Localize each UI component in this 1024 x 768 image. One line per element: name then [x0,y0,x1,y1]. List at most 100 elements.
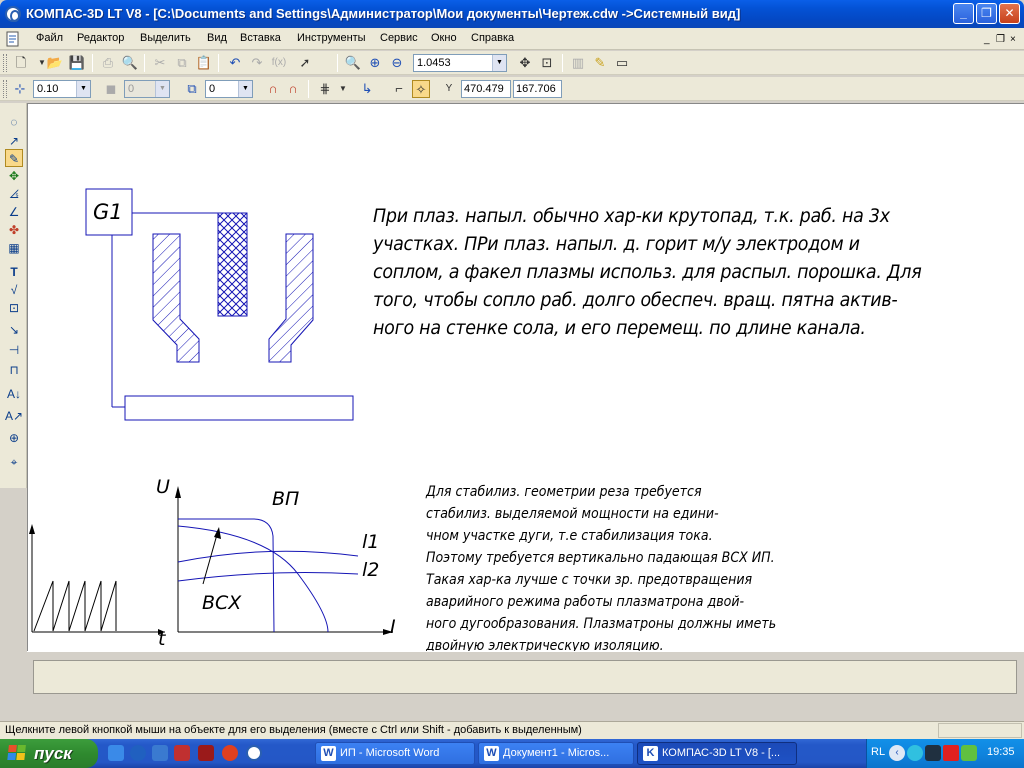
zoom-in-icon[interactable]: ⊕ [366,54,384,72]
task-kompas[interactable]: K КОМПАС-3D LT V8 - [... [637,742,797,765]
doc-minimize-button[interactable]: _ [984,34,990,45]
dimensions-icon[interactable]: ↗ [5,132,23,150]
doc-close-button[interactable]: × [1010,34,1016,45]
new-document-icon[interactable]: 🗋 [12,54,30,72]
centre-mark-icon[interactable]: ⌖ [5,453,23,471]
menu-window[interactable]: Окно [431,32,457,44]
chevron-down-icon[interactable]: ▼ [76,81,90,97]
language-indicator[interactable]: RL [871,746,885,758]
doc-restore-button[interactable]: ❐ [996,34,1005,45]
undo-icon[interactable]: ↶ [226,54,244,72]
roughness-icon[interactable]: √ [5,281,23,299]
show-desktop-icon[interactable] [152,745,168,761]
network-icon[interactable] [907,745,923,761]
select-icon[interactable]: ✤ [5,221,23,239]
document-icon[interactable] [4,31,22,47]
section-arrow-icon[interactable]: A↓ [5,385,23,403]
menu-service[interactable]: Сервис [380,32,418,44]
clock: 19:35 [987,746,1015,758]
text-tool-icon[interactable]: T [5,263,23,281]
cursor-step-select[interactable]: 0.10 ▼ [33,80,91,98]
winamp-icon[interactable] [198,745,214,761]
acrobat-icon[interactable] [174,745,190,761]
cursor-x-field[interactable]: 470.479 [461,80,511,98]
save-icon[interactable]: 💾 [68,54,86,72]
zoom-out-icon[interactable]: ⊖ [388,54,406,72]
view-select[interactable]: 0 ▼ [124,80,170,98]
zoom-scale-select[interactable]: 1.0453 ▼ [413,54,507,72]
tray-expand-icon[interactable]: ‹ [889,745,905,761]
step-cursor-icon[interactable]: ⊹ [11,80,29,98]
media-player-icon[interactable] [130,745,146,761]
local-cs-icon[interactable]: ↳ [358,80,376,98]
view-state-icon[interactable]: ◼ [102,80,120,98]
zoom-fit-icon[interactable]: ⊡ [538,54,556,72]
close-button[interactable]: ✕ [999,3,1020,24]
ie-quicklaunch-icon[interactable] [108,745,124,761]
chevron-down-icon[interactable]: ▼ [155,81,169,97]
kompas-quicklaunch-icon[interactable] [246,745,262,761]
leader-icon[interactable]: ↘ [5,321,23,339]
position-leader-icon[interactable]: ⊣ [5,341,23,359]
menu-edit[interactable]: Редактор [77,32,124,44]
window-title-bar[interactable]: КОМПАС-3D LT V8 - [C:\Documents and Sett… [0,0,1024,28]
local-snap-icon[interactable]: ∩ [284,80,302,98]
task-word-ip[interactable]: W ИП - Microsoft Word [315,742,475,765]
menu-insert[interactable]: Вставка [240,32,281,44]
antivirus-icon[interactable] [925,745,941,761]
library-icon[interactable]: ✎ [591,54,609,72]
function-icon[interactable]: f(x) [270,54,288,72]
base-icon[interactable]: ⊡ [5,299,23,317]
layer-select[interactable]: 0 ▼ [205,80,253,98]
parametrize-icon[interactable]: ⦞ [5,185,23,203]
help-pointer-icon[interactable]: ➚ [296,54,314,72]
paste-icon[interactable]: 📋 [195,54,213,72]
grid-icon[interactable]: ⋕ [316,80,334,98]
snap-magnet-icon[interactable]: ∩ [264,80,282,98]
table-icon[interactable]: ▦ [5,239,23,257]
tray-app-icon[interactable] [961,745,977,761]
measure-icon[interactable]: ∠ [5,203,23,221]
toolbar-grip[interactable] [3,54,7,72]
opera-icon[interactable] [222,745,238,761]
zoom-window-icon[interactable]: 🔍 [344,54,362,72]
open-folder-icon[interactable]: 📂 [46,54,64,72]
drawing-canvas[interactable]: G1 При плаз. напыл. обычно хар-ки крутоп… [27,103,1024,654]
layers-icon[interactable]: ▥ [569,54,587,72]
menu-file[interactable]: Файл [36,32,63,44]
ortho-mode-icon[interactable]: ⌐ [390,80,408,98]
properties-panel-area[interactable] [33,660,1017,694]
print-preview-icon[interactable]: 🔍 [121,54,139,72]
edit-icon[interactable]: ✥ [5,167,23,185]
grid-dropdown-icon[interactable]: ▼ [334,80,352,98]
parametric-mode-icon[interactable]: ✧ [412,80,430,98]
chevron-down-icon[interactable]: ▼ [238,81,252,97]
copy-icon[interactable]: ⧉ [173,54,191,72]
start-button[interactable]: пуск [0,739,98,768]
menu-view[interactable]: Вид [207,32,227,44]
cut-icon[interactable]: ✂ [151,54,169,72]
geometry-icon[interactable]: ◌ [5,113,23,131]
cursor-y-field[interactable]: 167.706 [513,80,562,98]
tolerance-icon[interactable]: ⊓ [5,361,23,379]
minimize-button[interactable]: _ [953,3,974,24]
kaspersky-icon[interactable] [943,745,959,761]
pan-icon[interactable]: ✥ [516,54,534,72]
view-arrow-icon[interactable]: A↗ [5,407,23,425]
designations-icon[interactable]: ✎ [5,149,23,167]
task-word-doc1[interactable]: W Документ1 - Micros... [478,742,634,765]
layer-icon[interactable]: ⧉ [183,80,201,98]
restore-button[interactable]: ❐ [976,3,997,24]
window-title: КОМПАС-3D LT V8 - [C:\Documents and Sett… [26,6,741,21]
menu-tools[interactable]: Инструменты [297,32,366,44]
menu-help[interactable]: Справка [471,32,514,44]
manager-icon[interactable]: ▭ [613,54,631,72]
toolbar-grip[interactable] [3,80,7,98]
print-icon[interactable]: ⎙ [99,54,117,72]
menu-bar: Файл Редактор Выделить Вид Вставка Инстр… [0,28,1024,50]
kompas-app-icon[interactable] [5,6,21,22]
axis-line-icon[interactable]: ⊕ [5,429,23,447]
menu-select[interactable]: Выделить [140,32,191,44]
chevron-down-icon[interactable]: ▼ [492,55,506,71]
redo-icon[interactable]: ↷ [248,54,266,72]
